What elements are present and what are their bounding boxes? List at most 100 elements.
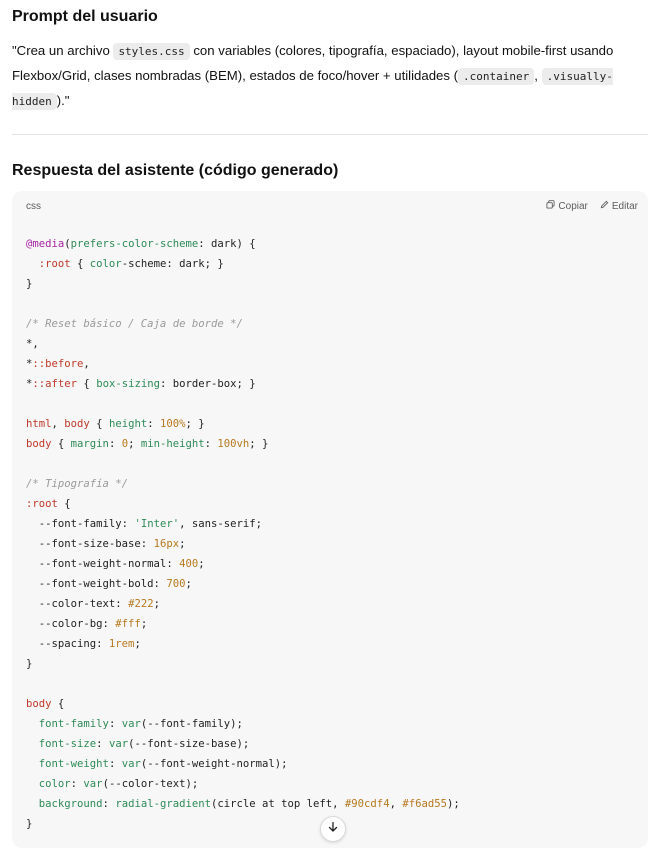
code-token: 400: [179, 558, 199, 570]
code-line: @media(prefers-color-scheme: dark) {: [26, 238, 256, 250]
arrow-down-icon: [327, 820, 339, 838]
code-token: :: [102, 798, 116, 810]
code-token: ;: [140, 618, 148, 630]
code-token: font-weight: [38, 758, 109, 770]
code-token: --spacing:: [26, 638, 109, 650]
code-token: var: [108, 738, 129, 750]
copy-icon: [546, 200, 555, 212]
code-actions: Copiar Editar: [546, 200, 638, 212]
code-line: --color-bg: #fff;: [26, 618, 147, 630]
code-token: color: [38, 778, 71, 790]
code-token: html: [26, 418, 52, 430]
code-token: --color-bg:: [26, 618, 116, 630]
code-token: : dark) {: [198, 238, 256, 250]
code-token: 16px: [153, 538, 180, 550]
code-token: 100%: [159, 418, 186, 430]
code-token: }: [26, 658, 33, 670]
code-token: {: [57, 498, 71, 510]
code-token: }: [26, 818, 33, 830]
code-line: :root { color-scheme: dark; }: [26, 258, 224, 270]
code-token: (--font-size-base);: [128, 738, 250, 750]
code-line: html, body { height: 100%; }: [26, 418, 205, 430]
code-token: 'Inter': [134, 518, 180, 530]
code-token: );: [447, 798, 460, 810]
code-token: /* Reset básico / Caja de borde */: [26, 318, 243, 330]
code-token: :: [108, 438, 122, 450]
inline-code: styles.css: [113, 43, 190, 60]
chat-page: Prompt del usuario "Crea un archivo styl…: [0, 0, 648, 848]
code-token: :: [147, 418, 160, 430]
code-line: font-weight: var(--font-weight-normal);: [26, 758, 288, 770]
scroll-down-button[interactable]: [320, 816, 346, 842]
code-token: {: [51, 698, 65, 710]
code-token: ;: [153, 598, 160, 610]
code-token: #222: [128, 598, 154, 610]
code-token: color: [89, 258, 122, 270]
code-line: body { margin: 0; min-height: 100vh; }: [26, 438, 268, 450]
code-token: ::after: [32, 378, 78, 390]
code-token: ;: [185, 578, 192, 590]
code-token: #f6ad55: [402, 798, 447, 810]
code-token: (--color-text);: [102, 778, 199, 790]
code-content: @media(prefers-color-scheme: dark) { :ro…: [12, 221, 648, 834]
code-line: }: [26, 658, 32, 670]
code-line: --color-text: #222;: [26, 598, 160, 610]
code-token: (circle at top left,: [210, 798, 345, 810]
code-token: font-family: [38, 718, 109, 730]
code-token: #90cdf4: [344, 798, 390, 810]
code-line: }: [26, 278, 32, 290]
code-token: radial-gradient: [115, 798, 211, 810]
code-token: background: [38, 798, 103, 810]
code-token: body: [26, 438, 52, 450]
code-token: var: [121, 718, 141, 730]
code-token: ;: [198, 558, 205, 570]
code-token: }: [26, 278, 33, 290]
code-token: (--font-weight-normal);: [140, 758, 288, 770]
code-token: {: [77, 378, 97, 390]
prompt-text: "Crea un archivo styles.css con variable…: [12, 39, 642, 114]
code-block: css Copiar Editar @media(prefers-color-s…: [12, 191, 648, 848]
code-token: {: [70, 258, 90, 270]
code-line: /* Reset básico / Caja de borde */: [26, 318, 243, 330]
copy-button[interactable]: Copiar: [546, 200, 588, 212]
inline-code: .container: [458, 68, 535, 85]
code-token: :: [70, 778, 84, 790]
response-heading: Respuesta del asistente (código generado…: [12, 162, 339, 179]
code-token: ::before: [32, 358, 84, 370]
code-line: body {: [26, 698, 64, 710]
code-token: ,: [83, 358, 90, 370]
edit-button[interactable]: Editar: [600, 200, 638, 212]
code-token: -scheme: dark; }: [121, 258, 224, 270]
code-token: #fff: [115, 618, 141, 630]
divider: [12, 134, 648, 135]
code-line: --font-weight-bold: 700;: [26, 578, 192, 590]
code-token: *,: [26, 338, 39, 350]
code-token: @media: [26, 238, 65, 250]
code-language-label: css: [26, 201, 41, 212]
code-token: box-sizing: [96, 378, 160, 390]
code-token: 100vh: [217, 438, 250, 450]
code-token: :root: [26, 498, 58, 510]
code-token: body: [64, 418, 90, 430]
code-token: 700: [166, 578, 186, 590]
code-token: :: [204, 438, 218, 450]
prompt-text-segment: ,: [534, 68, 542, 83]
code-token: ;: [128, 438, 141, 450]
code-line: :root {: [26, 498, 71, 510]
code-line: *::before,: [26, 358, 90, 370]
code-token: :root: [38, 258, 71, 270]
code-token: body: [26, 698, 52, 710]
code-line: --font-family: 'Inter', sans-serif;: [26, 518, 262, 530]
code-line: *,: [26, 338, 39, 350]
code-token: :: [108, 758, 122, 770]
code-token: --font-family:: [26, 518, 135, 530]
edit-label: Editar: [611, 200, 638, 212]
code-line: background: radial-gradient(circle at to…: [26, 798, 460, 810]
code-token: --font-size-base:: [26, 538, 154, 550]
code-line: }: [26, 818, 32, 830]
